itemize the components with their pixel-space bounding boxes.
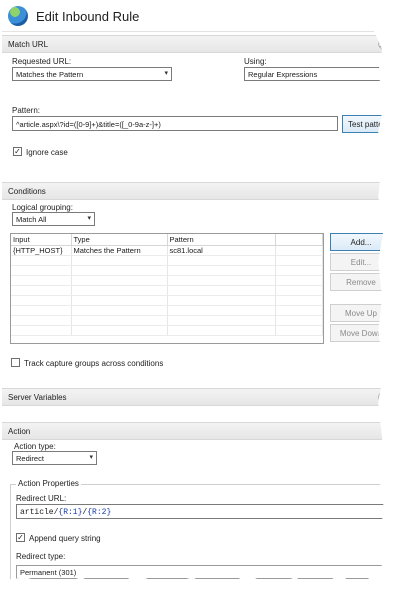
cell-input: {HTTP_HOST} — [11, 245, 72, 256]
page-header: Edit Inbound Rule — [2, 2, 385, 32]
column-header-spacer — [275, 234, 323, 246]
chevron-down-icon: ▾ — [89, 454, 93, 461]
expand-chevron-icon[interactable]: ﹀ — [378, 392, 385, 402]
action-properties-title: Action Properties — [16, 479, 81, 488]
test-pattern-button[interactable]: Test pattern... — [342, 115, 385, 133]
redirect-type-value: Permanent (301) — [20, 568, 77, 577]
action-section-title: Action — [8, 427, 31, 436]
conditions-table-header: Input Type Pattern — [11, 234, 323, 246]
match-url-section-header[interactable]: Match URL ︿ — [2, 35, 385, 53]
empty-row — [11, 285, 323, 296]
action-type-select[interactable]: Redirect ▾ — [12, 451, 97, 465]
redirect-type-select[interactable]: Permanent (301) — [16, 565, 385, 579]
conditions-table[interactable]: Input Type Pattern {HTTP_HOST} Matches t… — [10, 233, 324, 344]
ignore-case-checkbox[interactable]: ✓ — [13, 147, 22, 156]
pattern-input[interactable]: ^article.aspx\?id=([0-9]+)&title=([_0-9a… — [12, 116, 338, 131]
empty-row — [11, 305, 323, 316]
redirect-url-input[interactable]: article/{R:1}/{R:2} — [16, 504, 385, 519]
using-select[interactable]: Regular Expressions — [244, 67, 385, 81]
move-down-button[interactable]: Move Down — [330, 324, 385, 342]
empty-row — [11, 325, 323, 336]
globe-icon — [8, 6, 28, 26]
empty-row — [11, 255, 323, 266]
action-section-header[interactable]: Action — [2, 422, 385, 440]
track-capture-checkbox[interactable] — [11, 358, 20, 367]
redirect-url-label: Redirect URL: — [16, 494, 67, 503]
chevron-down-icon: ▾ — [87, 215, 91, 222]
requested-url-value: Matches the Pattern — [16, 70, 84, 79]
append-query-checkbox[interactable]: ✓ — [16, 533, 25, 542]
conditions-section-header[interactable]: Conditions — [2, 182, 385, 200]
redirect-url-prefix: article/ — [20, 508, 59, 517]
column-header-type[interactable]: Type — [71, 234, 168, 246]
column-header-pattern[interactable]: Pattern — [167, 234, 276, 246]
match-url-section-title: Match URL — [8, 40, 49, 49]
empty-row — [11, 265, 323, 276]
redirect-url-token-r2: {R:2} — [87, 508, 112, 517]
edit-inbound-rule-page: Edit Inbound Rule Match URL ︿ Requested … — [2, 2, 385, 590]
action-type-label: Action type: — [14, 442, 56, 451]
conditions-section-title: Conditions — [8, 187, 46, 196]
logical-grouping-value: Match All — [16, 215, 47, 224]
remove-condition-button[interactable]: Remove — [330, 273, 385, 291]
using-label: Using: — [244, 57, 267, 66]
column-header-input[interactable]: Input — [11, 234, 72, 246]
cell-spacer — [275, 245, 323, 256]
edit-condition-button[interactable]: Edit... — [330, 253, 385, 271]
collapse-chevron-icon[interactable]: ︿ — [378, 39, 385, 49]
empty-row — [11, 315, 323, 326]
ignore-case-label: Ignore case — [26, 148, 68, 157]
cell-type: Matches the Pattern — [71, 245, 168, 256]
table-row[interactable]: {HTTP_HOST} Matches the Pattern sc81.loc… — [11, 245, 323, 256]
requested-url-label: Requested URL: — [12, 57, 72, 66]
cell-pattern: sc81.local — [167, 245, 276, 256]
logical-grouping-label: Logical grouping: — [12, 203, 73, 212]
move-up-button[interactable]: Move Up — [330, 304, 385, 322]
track-capture-label: Track capture groups across conditions — [24, 359, 164, 368]
add-condition-button[interactable]: Add... — [330, 233, 385, 251]
empty-row — [11, 275, 323, 286]
append-query-label: Append query string — [29, 534, 101, 543]
requested-url-select[interactable]: Matches the Pattern ▾ — [12, 67, 172, 81]
logical-grouping-select[interactable]: Match All ▾ — [12, 212, 95, 226]
action-type-value: Redirect — [16, 454, 44, 463]
empty-row — [11, 295, 323, 306]
redirect-type-label: Redirect type: — [16, 552, 66, 561]
server-variables-section-header[interactable]: Server Variables ﹀ — [2, 388, 385, 406]
server-variables-section-title: Server Variables — [8, 393, 67, 402]
redirect-url-token-r1: {R:1} — [58, 508, 83, 517]
using-value: Regular Expressions — [248, 70, 318, 79]
chevron-down-icon: ▾ — [164, 70, 168, 77]
page-title: Edit Inbound Rule — [36, 9, 140, 24]
pattern-label: Pattern: — [12, 106, 41, 115]
